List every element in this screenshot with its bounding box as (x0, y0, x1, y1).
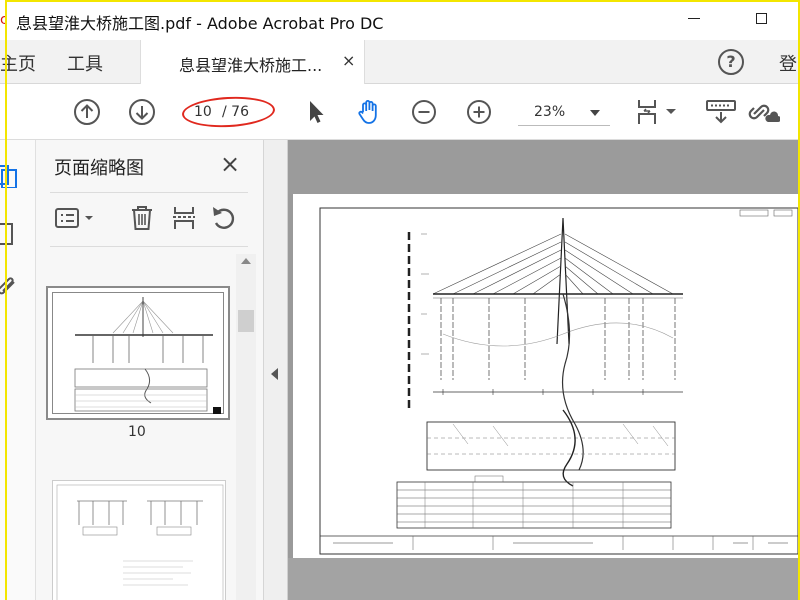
page-display-icon[interactable] (636, 98, 680, 126)
scrollbar-thumb[interactable] (238, 310, 254, 332)
options-menu-icon[interactable] (54, 204, 98, 232)
canvas-background (288, 558, 800, 600)
panel-title: 页面缩略图 (54, 158, 144, 179)
hand-tool-icon[interactable] (355, 98, 383, 126)
rotate-icon[interactable] (210, 204, 238, 232)
help-icon[interactable]: ? (718, 49, 744, 75)
thumbnail-page-number: 10 (128, 424, 146, 440)
thumbnail-scrollbar[interactable] (236, 254, 256, 600)
sign-in-button[interactable]: 登 (779, 50, 797, 76)
tab-bar: 主页 工具 息县望淮大桥施工... × ? 登 (0, 40, 800, 84)
tab-document-label: 息县望淮大桥施工... (179, 56, 323, 75)
zoom-value: 23% (534, 104, 566, 120)
acrobat-window: c 息县望淮大桥施工图.pdf - Adobe Acrobat Pro DC 主… (0, 0, 800, 600)
page-thumbnail-selected[interactable] (46, 286, 230, 420)
collapse-panel-icon[interactable] (271, 368, 278, 380)
window-outline (5, 0, 7, 600)
document-view (264, 140, 800, 600)
tab-document[interactable]: 息县望淮大桥施工... × (140, 40, 365, 84)
pdf-page[interactable] (293, 194, 800, 558)
window-outline (5, 0, 800, 2)
arrow-up-circle-icon[interactable] (73, 98, 101, 126)
divider (50, 192, 248, 193)
page-thumbnail[interactable] (52, 480, 226, 600)
thumbnail-drawing (52, 292, 224, 414)
thumbnail-drawing-image (56, 484, 224, 600)
chevron-down-icon (590, 110, 600, 116)
window-title: 息县望淮大桥施工图.pdf - Adobe Acrobat Pro DC (16, 14, 384, 33)
arrow-down-circle-icon[interactable] (128, 98, 156, 126)
thumbnails-panel: 页面缩略图 × 10 (36, 140, 264, 600)
bridge-drawing-image (319, 207, 799, 555)
zoom-out-icon[interactable] (410, 98, 438, 126)
main-toolbar: 10 / 76 23% (0, 84, 800, 140)
close-tab-icon[interactable]: × (342, 51, 355, 70)
bookmark-icon[interactable] (0, 222, 22, 246)
zoom-dropdown[interactable]: 23% (518, 100, 610, 126)
title-bar: c 息县望淮大桥施工图.pdf - Adobe Acrobat Pro DC (0, 0, 800, 40)
tab-tools[interactable]: 工具 (67, 50, 103, 76)
panel-collapse-strip[interactable] (264, 140, 288, 600)
keyboard-download-icon[interactable] (705, 98, 737, 126)
canvas-background (288, 140, 800, 194)
minimize-button[interactable] (688, 18, 700, 19)
attachment-icon[interactable] (0, 276, 22, 300)
share-link-icon[interactable] (748, 98, 780, 126)
extract-icon[interactable] (170, 204, 198, 232)
close-panel-icon[interactable]: × (220, 150, 240, 178)
zoom-in-icon[interactable] (465, 98, 493, 126)
select-pointer-icon[interactable] (302, 98, 330, 126)
scroll-up-icon[interactable] (241, 258, 251, 264)
delete-icon[interactable] (128, 204, 156, 232)
divider (50, 246, 248, 247)
thumbnail-drawing-image (74, 297, 221, 414)
page-thumbnails-icon[interactable] (0, 164, 22, 188)
maximize-button[interactable] (756, 13, 767, 24)
